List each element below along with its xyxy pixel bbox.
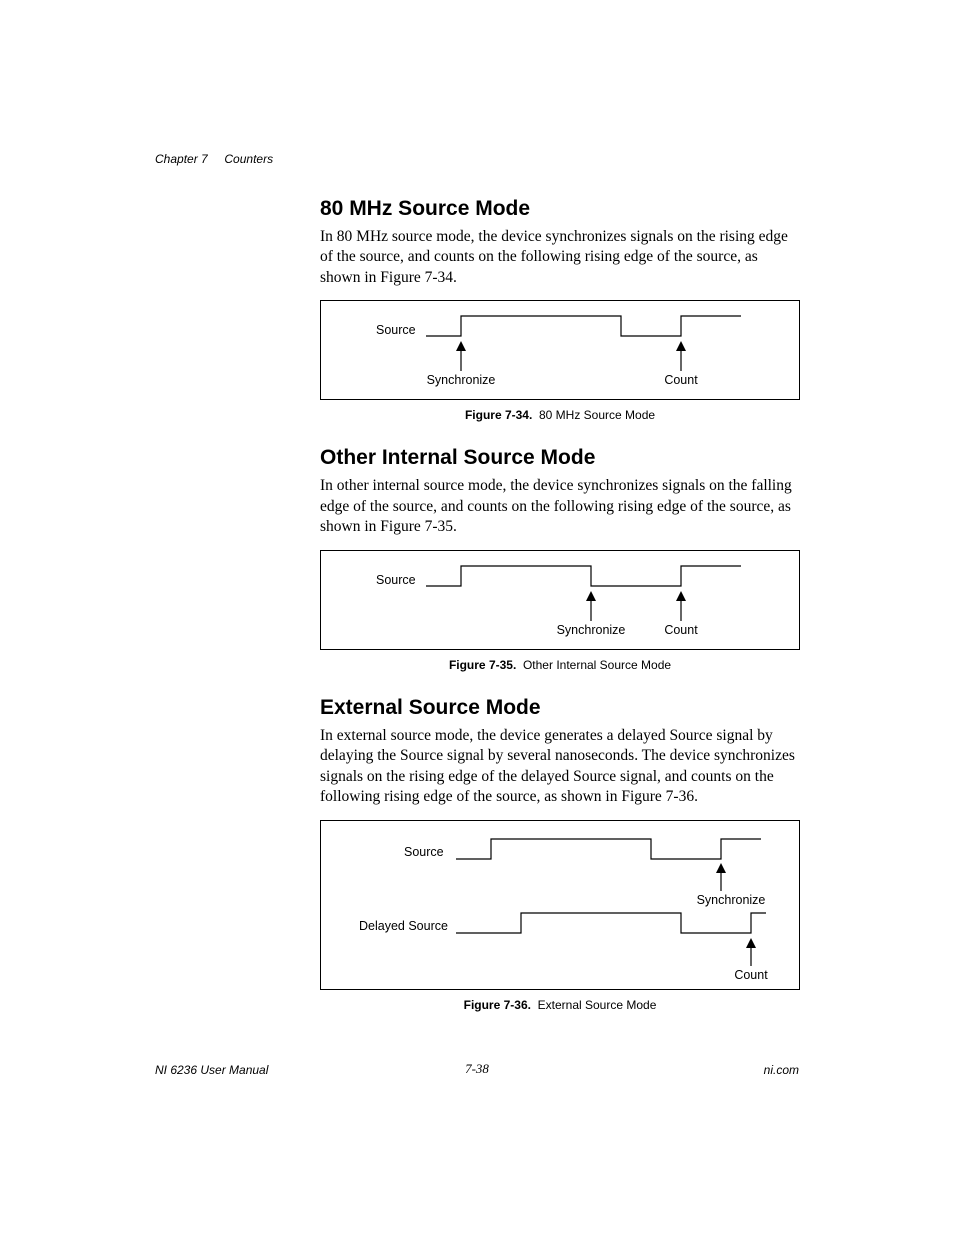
content-column: 80 MHz Source Mode In 80 MHz source mode…	[320, 197, 800, 1012]
chapter-label: Chapter 7	[155, 152, 208, 166]
label-count-3: Count	[721, 968, 781, 982]
figure-7-36: Source Delayed Source Synchronize Count	[320, 820, 800, 990]
label-count-2: Count	[651, 623, 711, 637]
page-header: Chapter 7 Counters	[155, 152, 273, 166]
figure-id-1: Figure 7-34.	[465, 408, 532, 422]
heading-external: External Source Mode	[320, 696, 800, 720]
caption-7-35: Figure 7-35. Other Internal Source Mode	[320, 658, 800, 672]
figure-id-2: Figure 7-35.	[449, 658, 516, 672]
label-sync-2: Synchronize	[551, 623, 631, 637]
label-sync-3: Synchronize	[691, 893, 771, 907]
chapter-title: Counters	[224, 152, 273, 166]
figure-title-2: Other Internal Source Mode	[523, 658, 671, 672]
label-count-1: Count	[651, 373, 711, 387]
heading-80mhz: 80 MHz Source Mode	[320, 197, 800, 221]
figure-7-35: Source Synchronize Count	[320, 550, 800, 650]
footer-url: ni.com	[764, 1063, 799, 1077]
figure-title-1: 80 MHz Source Mode	[539, 408, 655, 422]
waveform-80mhz	[321, 301, 799, 401]
body-other-internal: In other internal source mode, the devic…	[320, 476, 800, 537]
figure-id-3: Figure 7-36.	[464, 998, 531, 1012]
heading-other-internal: Other Internal Source Mode	[320, 446, 800, 470]
body-external: In external source mode, the device gene…	[320, 726, 800, 808]
caption-7-34: Figure 7-34. 80 MHz Source Mode	[320, 408, 800, 422]
figure-7-34: Source Synchronize Count	[320, 300, 800, 400]
page: Chapter 7 Counters 80 MHz Source Mode In…	[0, 0, 954, 1235]
label-sync-1: Synchronize	[421, 373, 501, 387]
figure-title-3: External Source Mode	[538, 998, 657, 1012]
body-80mhz: In 80 MHz source mode, the device synchr…	[320, 227, 800, 288]
footer-page-number: 7-38	[0, 1061, 954, 1077]
caption-7-36: Figure 7-36. External Source Mode	[320, 998, 800, 1012]
